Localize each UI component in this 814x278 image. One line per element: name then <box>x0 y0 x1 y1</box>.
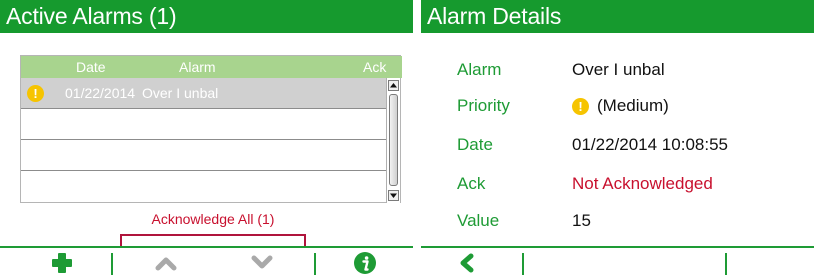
exclamation-circle-icon: ! <box>572 88 589 124</box>
alarm-row[interactable]: ! 01/22/2014 Over I unbal <box>21 78 398 109</box>
exclamation-circle-icon: ! <box>27 85 44 103</box>
detail-value: Not Acknowledged <box>572 174 713 193</box>
column-header-ack[interactable]: Ack <box>363 56 386 78</box>
detail-row-alarm: Alarm Over I unbal <box>421 52 814 88</box>
detail-value: 15 <box>572 211 591 230</box>
alarm-row-empty[interactable] <box>21 140 398 171</box>
alarm-row-date: 01/22/2014 <box>65 85 136 101</box>
scroll-down-button[interactable] <box>232 248 292 278</box>
detail-value: 01/22/2014 10:08:55 <box>572 135 728 154</box>
alarm-row-name: Over I unbal <box>142 85 219 101</box>
acknowledge-all-button[interactable]: Acknowledge All (1) <box>120 211 306 227</box>
detail-label: Date <box>457 135 493 154</box>
back-button[interactable] <box>431 248 503 278</box>
detail-label: Value <box>457 211 500 230</box>
detail-row-ack: Ack Not Acknowledged <box>421 166 814 202</box>
alarm-row-empty[interactable] <box>21 171 398 202</box>
detail-row-date: Date 01/22/2014 10:08:55 <box>421 127 814 163</box>
back-arrow-icon <box>460 253 474 273</box>
column-header-date[interactable]: Date <box>76 56 106 78</box>
toolbar-separator <box>522 253 524 275</box>
right-toolbar <box>421 246 814 278</box>
plus-icon <box>52 253 72 273</box>
detail-label: Priority <box>457 96 510 115</box>
toolbar-separator <box>725 253 727 275</box>
acknowledge-all-bracket <box>120 234 306 246</box>
alarm-list-header: Date Alarm Ack <box>21 56 402 78</box>
alarm-details-panel: Alarm Details Alarm Over I unbal Priorit… <box>421 0 814 278</box>
scrollbar-thumb[interactable] <box>389 94 398 186</box>
alarm-list: Date Alarm Ack ! 01/22/2014 Over I unbal <box>20 55 402 203</box>
info-icon <box>354 252 376 274</box>
detail-value: Over I unbal <box>572 60 665 79</box>
alarm-rows: ! 01/22/2014 Over I unbal <box>21 78 398 202</box>
detail-value: (Medium) <box>597 96 669 115</box>
left-toolbar <box>0 246 413 278</box>
scroll-up-arrow-icon[interactable] <box>388 80 399 91</box>
toolbar-separator <box>314 253 316 275</box>
detail-row-priority: Priority ! (Medium) <box>421 88 814 124</box>
column-header-alarm[interactable]: Alarm <box>179 56 216 78</box>
detail-label: Alarm <box>457 60 502 79</box>
alarm-row-empty[interactable] <box>21 109 398 140</box>
chevron-down-icon <box>251 255 273 269</box>
active-alarms-title: Active Alarms (1) <box>0 0 413 33</box>
active-alarms-panel: Active Alarms (1) Date Alarm Ack ! 01/22… <box>0 0 413 278</box>
scroll-up-button[interactable] <box>136 248 196 278</box>
chevron-up-icon <box>155 257 177 271</box>
add-button[interactable] <box>30 248 94 278</box>
detail-label: Ack <box>457 174 486 193</box>
scroll-down-arrow-icon[interactable] <box>388 190 399 201</box>
alarm-list-scrollbar[interactable] <box>386 78 400 203</box>
info-button[interactable] <box>335 248 395 278</box>
alarm-details-title: Alarm Details <box>421 0 814 33</box>
detail-value-wrapper: ! (Medium) <box>572 88 669 124</box>
toolbar-separator <box>111 253 113 275</box>
detail-row-value: Value 15 <box>421 203 814 239</box>
